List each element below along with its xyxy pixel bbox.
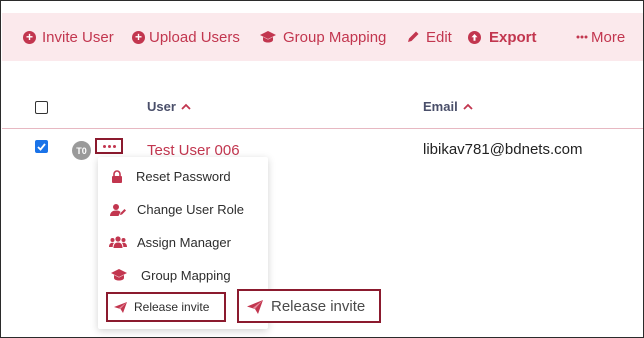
- menu-item-label: Group Mapping: [141, 267, 231, 283]
- edit-button[interactable]: Edit: [406, 13, 452, 61]
- checkmark-icon: [37, 142, 46, 151]
- menu-item-reset-password[interactable]: Reset Password: [98, 161, 268, 191]
- invite-user-label: Invite User: [42, 28, 114, 46]
- group-mapping-button[interactable]: Group Mapping: [259, 13, 386, 61]
- user-email: libikav781@bdnets.com: [423, 141, 583, 158]
- column-header-user[interactable]: User: [147, 99, 191, 114]
- menu-item-group-mapping[interactable]: Group Mapping: [98, 260, 268, 290]
- more-button[interactable]: More: [576, 13, 625, 61]
- paper-plane-icon: [114, 302, 127, 313]
- select-all-checkbox[interactable]: [35, 101, 48, 114]
- menu-item-assign-manager[interactable]: Assign Manager: [98, 227, 268, 257]
- pencil-icon: [406, 30, 420, 44]
- action-toolbar: + Invite User + Upload Users Group Mappi…: [2, 13, 643, 61]
- menu-item-label: Assign Manager: [137, 234, 231, 250]
- menu-item-label: Reset Password: [136, 168, 231, 184]
- app-frame: + Invite User + Upload Users Group Mappi…: [0, 0, 644, 338]
- export-button[interactable]: Export: [468, 13, 537, 61]
- column-header-email[interactable]: Email: [423, 99, 473, 114]
- sort-up-icon: [181, 103, 191, 110]
- users-icon: [109, 236, 127, 248]
- upload-users-label: Upload Users: [149, 28, 240, 46]
- paper-plane-icon: [247, 300, 263, 314]
- plus-circle-icon: +: [132, 30, 145, 44]
- upload-circle-icon: [468, 30, 481, 44]
- menu-item-label: Change User Role: [137, 201, 244, 217]
- row-checkbox[interactable]: [35, 140, 48, 153]
- dot-icon: [112, 144, 116, 148]
- export-label: Export: [489, 28, 537, 46]
- more-label: More: [591, 28, 626, 46]
- graduation-cap-icon: [259, 30, 277, 44]
- table-header: User Email: [2, 93, 643, 129]
- release-invite-callout: Release invite: [237, 289, 381, 323]
- column-email-label: Email: [423, 99, 458, 114]
- row-actions-button[interactable]: [95, 138, 123, 154]
- avatar: T0: [72, 141, 91, 160]
- user-edit-icon: [110, 203, 126, 216]
- graduation-cap-icon: [110, 268, 128, 282]
- upload-users-button[interactable]: + Upload Users: [132, 13, 240, 61]
- dot-icon: [102, 144, 106, 148]
- column-user-label: User: [147, 99, 176, 114]
- edit-label: Edit: [426, 28, 452, 46]
- more-dots-icon: [576, 35, 588, 39]
- menu-item-label: Release invite: [134, 300, 210, 314]
- invite-user-button[interactable]: + Invite User: [23, 13, 114, 61]
- dot-icon: [107, 144, 111, 148]
- menu-item-release-invite[interactable]: Release invite: [106, 292, 226, 322]
- lock-icon: [111, 169, 123, 183]
- sort-up-icon: [463, 103, 473, 110]
- callout-label: Release invite: [271, 297, 366, 315]
- group-mapping-label: Group Mapping: [283, 28, 387, 46]
- plus-circle-icon: +: [23, 30, 36, 44]
- menu-item-change-user-role[interactable]: Change User Role: [98, 194, 268, 224]
